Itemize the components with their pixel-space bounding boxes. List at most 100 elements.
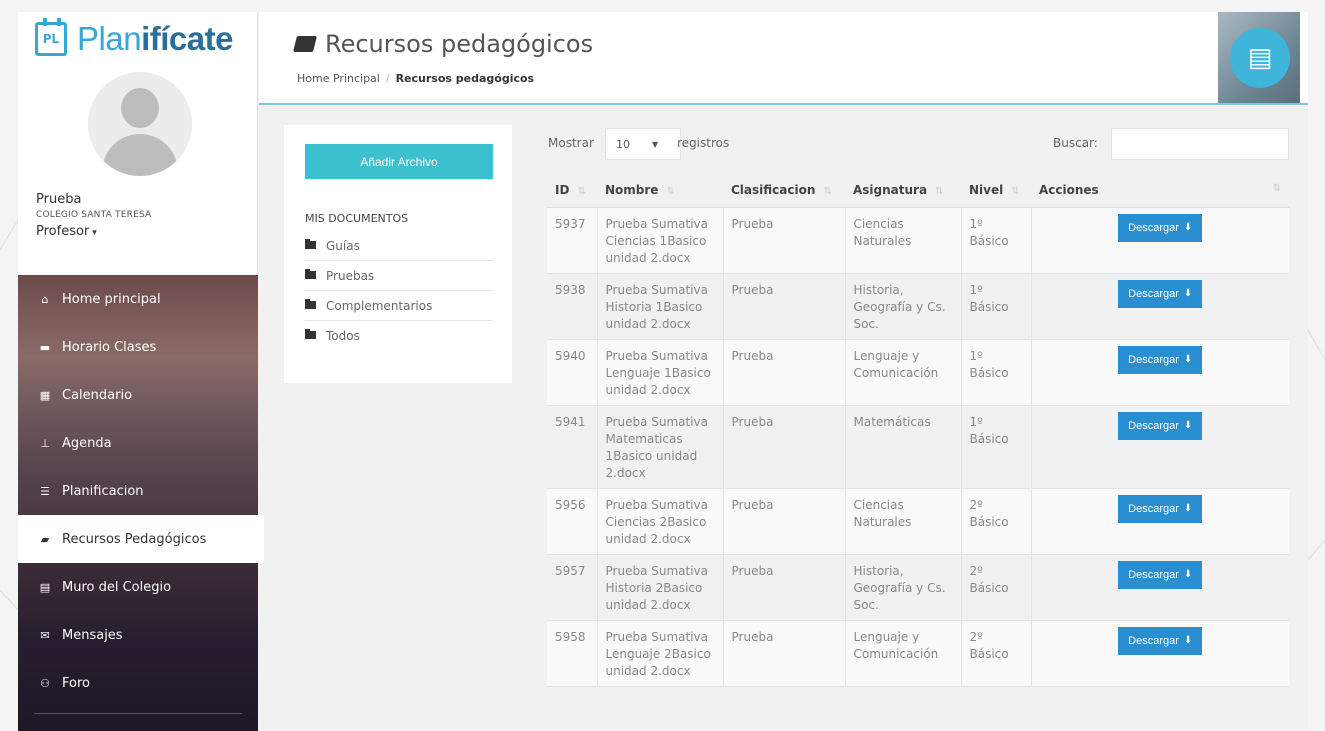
column-header-nombre[interactable]: Nombre ⇅ xyxy=(597,173,723,208)
logo[interactable]: PL Planifícate xyxy=(35,18,233,58)
book-icon xyxy=(293,36,317,52)
folder-item[interactable]: Complementarios xyxy=(305,291,493,321)
sidebar-item-calendario[interactable]: ▦ Calendario xyxy=(18,371,258,419)
cell-clasificacion: Prueba xyxy=(723,339,846,406)
main-menu: ⌂ Home principal ▬ Horario Clases ▦ Calendari… xyxy=(18,275,264,731)
download-icon: ⬇ xyxy=(1183,354,1193,365)
sidebar-item-label: Recursos Pedagógicos xyxy=(62,531,207,547)
pin-icon: ⊥ xyxy=(40,436,50,450)
download-icon: ⬇ xyxy=(1183,420,1193,431)
breadcrumb-home-link[interactable]: Home Principal xyxy=(297,72,380,85)
column-header-clasificacion[interactable]: Clasificacion ⇅ xyxy=(723,173,845,208)
download-button-label: Descargar xyxy=(1128,287,1179,300)
column-header-label: Nivel xyxy=(969,182,1004,197)
sidebar-item-agenda[interactable]: ⊥ Agenda xyxy=(18,419,258,467)
cell-clasificacion: Prueba xyxy=(723,488,846,555)
sidebar-item-recursos-pedagógicos[interactable]: ▰ Recursos Pedagógicos xyxy=(18,515,264,563)
cell-actions: Descargar ⬇ xyxy=(1031,339,1289,406)
folder-item[interactable]: Pruebas xyxy=(305,261,493,291)
user-role-label: Profesor xyxy=(36,224,90,239)
folder-label: Complementarios xyxy=(326,298,433,313)
download-button[interactable]: Descargar ⬇ xyxy=(1118,626,1203,655)
table-row: 5937 Prueba Sumativa Ciencias 1Basico uni… xyxy=(547,207,1289,274)
avatar-body xyxy=(102,134,178,176)
cell-nivel: 1º Básico xyxy=(961,339,1032,406)
logo-text: Planifícate xyxy=(77,20,233,58)
folder-label: Todos xyxy=(326,329,360,343)
header-image: ▤ xyxy=(1218,12,1300,103)
folder-item[interactable]: Guías xyxy=(305,231,493,261)
download-button[interactable]: Descargar ⬇ xyxy=(1118,560,1203,589)
caret-down-icon: ▼ xyxy=(652,139,659,149)
sort-icon: ⇅ xyxy=(935,185,944,197)
sidebar-item-home-principal[interactable]: ⌂ Home principal xyxy=(18,275,258,323)
table-row: 5941 Prueba Sumativa Matematicas 1Basico … xyxy=(547,405,1289,489)
sidebar-item-horario-clases[interactable]: ▬ Horario Clases xyxy=(18,323,258,371)
cell-id: 5956 xyxy=(547,488,598,555)
sidebar-item-label: Planificacion xyxy=(62,483,144,499)
column-header-acciones[interactable]: Acciones ⇅ xyxy=(1031,173,1289,208)
column-header-label: Nombre xyxy=(605,182,659,197)
download-icon: ⬇ xyxy=(1183,288,1193,299)
download-button[interactable]: Descargar ⬇ xyxy=(1118,213,1203,242)
download-button-label: Descargar xyxy=(1128,634,1179,647)
cell-actions: Descargar ⬇ xyxy=(1031,554,1289,621)
table-row: 5938 Prueba Sumativa Historia 1Basico uni… xyxy=(547,273,1289,340)
cell-asignatura: Historia, Geografía y Cs. Soc. xyxy=(845,554,962,621)
download-button[interactable]: Descargar ⬇ xyxy=(1118,494,1203,523)
folder-label: Guías xyxy=(326,238,360,253)
cell-asignatura: Ciencias Naturales xyxy=(845,488,962,555)
column-header-id[interactable]: ID ⇅ xyxy=(547,173,597,208)
folder-icon xyxy=(305,238,316,249)
resources-table: ID ⇅ Nombre ⇅ Clasificacion ⇅ Asignatura ⇅ Nivel… xyxy=(547,173,1289,687)
column-header-nivel[interactable]: Nivel ⇅ xyxy=(961,173,1031,208)
folder-list: Guías Pruebas Complementarios Todos xyxy=(305,231,493,351)
search-input[interactable] xyxy=(1111,128,1289,160)
download-button[interactable]: Descargar ⬇ xyxy=(1118,345,1203,374)
download-button[interactable]: Descargar ⬇ xyxy=(1118,411,1203,440)
sidebar-item-label: Agenda xyxy=(62,435,112,451)
sort-icon: ⇅ xyxy=(577,185,586,197)
sidebar-item-planificacion[interactable]: ☰ Planificacion xyxy=(18,467,258,515)
add-file-button[interactable]: Añadir Archivo xyxy=(305,144,493,179)
cell-actions: Descargar ⬇ xyxy=(1031,620,1289,687)
sort-icon: ⇅ xyxy=(666,185,675,197)
book-badge-icon: ▤ xyxy=(1230,28,1290,88)
folder-icon xyxy=(305,268,316,279)
download-icon: ⬇ xyxy=(1183,503,1193,514)
page-title-text: Recursos pedagógicos xyxy=(325,30,594,58)
sort-icon: ⇅ xyxy=(1272,182,1281,194)
users-icon: ⚇ xyxy=(40,676,50,690)
folder-item[interactable]: Todos xyxy=(305,321,493,351)
cell-clasificacion: Prueba xyxy=(723,405,846,489)
download-button[interactable]: Descargar ⬇ xyxy=(1118,279,1203,308)
cell-clasificacion: Prueba xyxy=(723,207,846,274)
breadcrumb-current: Recursos pedagógicos xyxy=(395,72,535,85)
page-length-select[interactable]: 10 ▼ xyxy=(605,128,681,160)
download-button-label: Descargar xyxy=(1128,419,1179,432)
column-header-label: Asignatura xyxy=(853,182,928,197)
logo-text-part1: Plan xyxy=(77,20,142,57)
download-button-label: Descargar xyxy=(1128,221,1179,234)
table-row: 5940 Prueba Sumativa Lenguaje 1Basico uni… xyxy=(547,339,1289,406)
page-title: Recursos pedagógicos xyxy=(293,30,594,58)
resources-table-area: Mostrar 10 ▼ registros Buscar: ID ⇅ Nombre… xyxy=(527,125,1307,731)
cell-nombre: Prueba Sumativa Lenguaje 1Basico unidad … xyxy=(597,339,724,406)
sidebar-item-foro[interactable]: ⚇ Foro xyxy=(18,659,258,707)
sidebar-item-mensajes[interactable]: ✉ Mensajes xyxy=(18,611,258,659)
list-icon: ☰ xyxy=(40,484,50,498)
cell-nivel: 1º Básico xyxy=(961,405,1032,489)
cell-asignatura: Matemáticas xyxy=(845,405,962,489)
column-header-asignatura[interactable]: Asignatura ⇅ xyxy=(845,173,961,208)
sidebar-item-muro-del-colegio[interactable]: ▤ Muro del Colegio xyxy=(18,563,258,611)
user-role-dropdown[interactable]: Profesor ▾ xyxy=(36,224,97,239)
logo-text-part2: ifícate xyxy=(141,20,233,57)
cell-id: 5938 xyxy=(547,273,598,340)
table-header-row: ID ⇅ Nombre ⇅ Clasificacion ⇅ Asignatura ⇅ Nivel… xyxy=(547,173,1289,208)
download-icon: ⬇ xyxy=(1183,635,1193,646)
menu-divider xyxy=(34,713,242,714)
cell-nombre: Prueba Sumativa Matematicas 1Basico unid… xyxy=(597,405,724,489)
cell-nivel: 2º Básico xyxy=(961,620,1032,687)
search-label: Buscar: xyxy=(1053,136,1098,150)
sidebar-item-label: Muro del Colegio xyxy=(62,579,172,595)
